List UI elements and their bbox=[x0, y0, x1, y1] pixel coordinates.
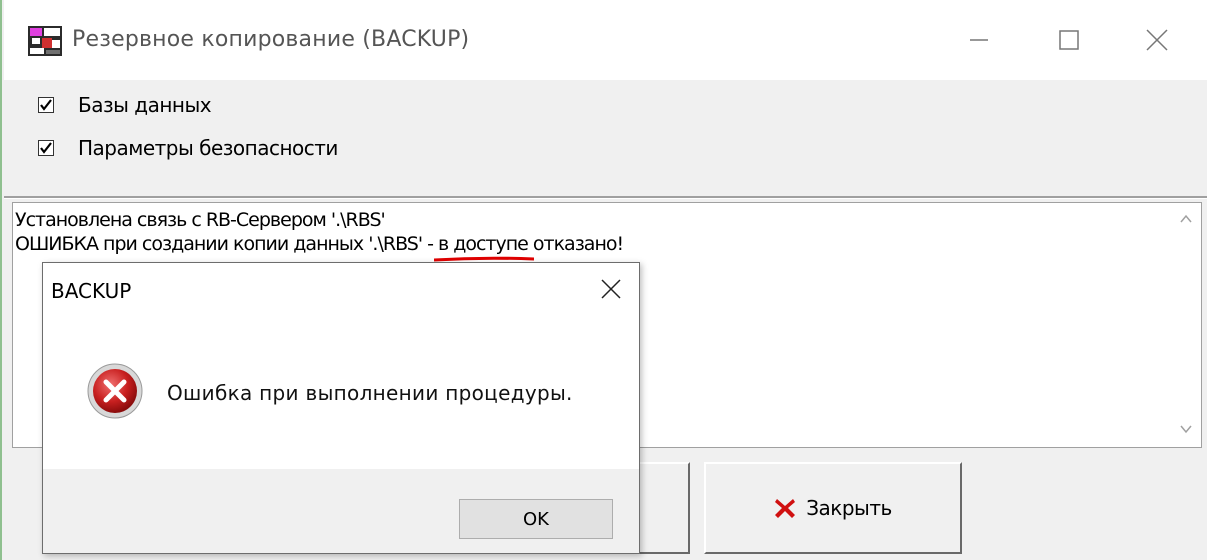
minimize-icon bbox=[970, 39, 988, 41]
close-button[interactable]: Закрыть bbox=[704, 462, 962, 554]
close-button-label: Закрыть bbox=[806, 496, 892, 520]
window-title: Резервное копирование (BACKUP) bbox=[72, 27, 470, 52]
security-params-label: Параметры безопасности bbox=[78, 136, 338, 160]
maximize-button[interactable] bbox=[1024, 0, 1114, 80]
databases-checkbox[interactable] bbox=[38, 97, 54, 113]
error-icon bbox=[87, 363, 143, 419]
option-databases[interactable]: Базы данных bbox=[38, 92, 212, 118]
dialog-message: Ошибка при выполнении процедуры. bbox=[167, 381, 573, 405]
close-icon bbox=[1146, 29, 1168, 51]
maximize-icon bbox=[1059, 30, 1079, 50]
option-security-params[interactable]: Параметры безопасности bbox=[38, 135, 338, 161]
log-line-connection: Установлена связь с RB-Сервером '.\RBS' bbox=[15, 209, 386, 231]
databases-label: Базы данных bbox=[78, 93, 212, 117]
log-line-error: ОШИБКА при создании копии данных '.\RBS'… bbox=[15, 233, 624, 262]
security-params-checkbox[interactable] bbox=[38, 140, 54, 156]
scroll-up-arrow-icon[interactable] bbox=[1179, 213, 1193, 225]
title-bar[interactable]: Резервное копирование (BACKUP) bbox=[4, 0, 1207, 80]
minimize-button[interactable] bbox=[934, 0, 1024, 80]
backup-window: Резервное копирование (BACKUP) Базы данн… bbox=[0, 0, 1207, 560]
log-error-prefix: ОШИБКА при создании копии данных '.\RBS'… bbox=[15, 233, 438, 255]
close-window-button[interactable] bbox=[1112, 0, 1202, 80]
dialog-title: BACKUP bbox=[51, 279, 132, 303]
app-icon bbox=[28, 26, 62, 56]
dialog-close-icon[interactable] bbox=[601, 279, 621, 299]
checkmark-icon bbox=[40, 99, 52, 111]
ok-button[interactable]: OK bbox=[459, 499, 613, 539]
dialog-footer: OK bbox=[43, 469, 639, 553]
error-dialog: BACKUP Ошибка при выполнении процедуры. … bbox=[42, 262, 640, 554]
separator bbox=[4, 196, 1207, 199]
log-error-text: в доступе отказано! bbox=[437, 233, 624, 255]
scroll-down-arrow-icon[interactable] bbox=[1179, 423, 1193, 435]
red-x-icon bbox=[775, 499, 796, 518]
checkmark-icon bbox=[40, 142, 52, 154]
